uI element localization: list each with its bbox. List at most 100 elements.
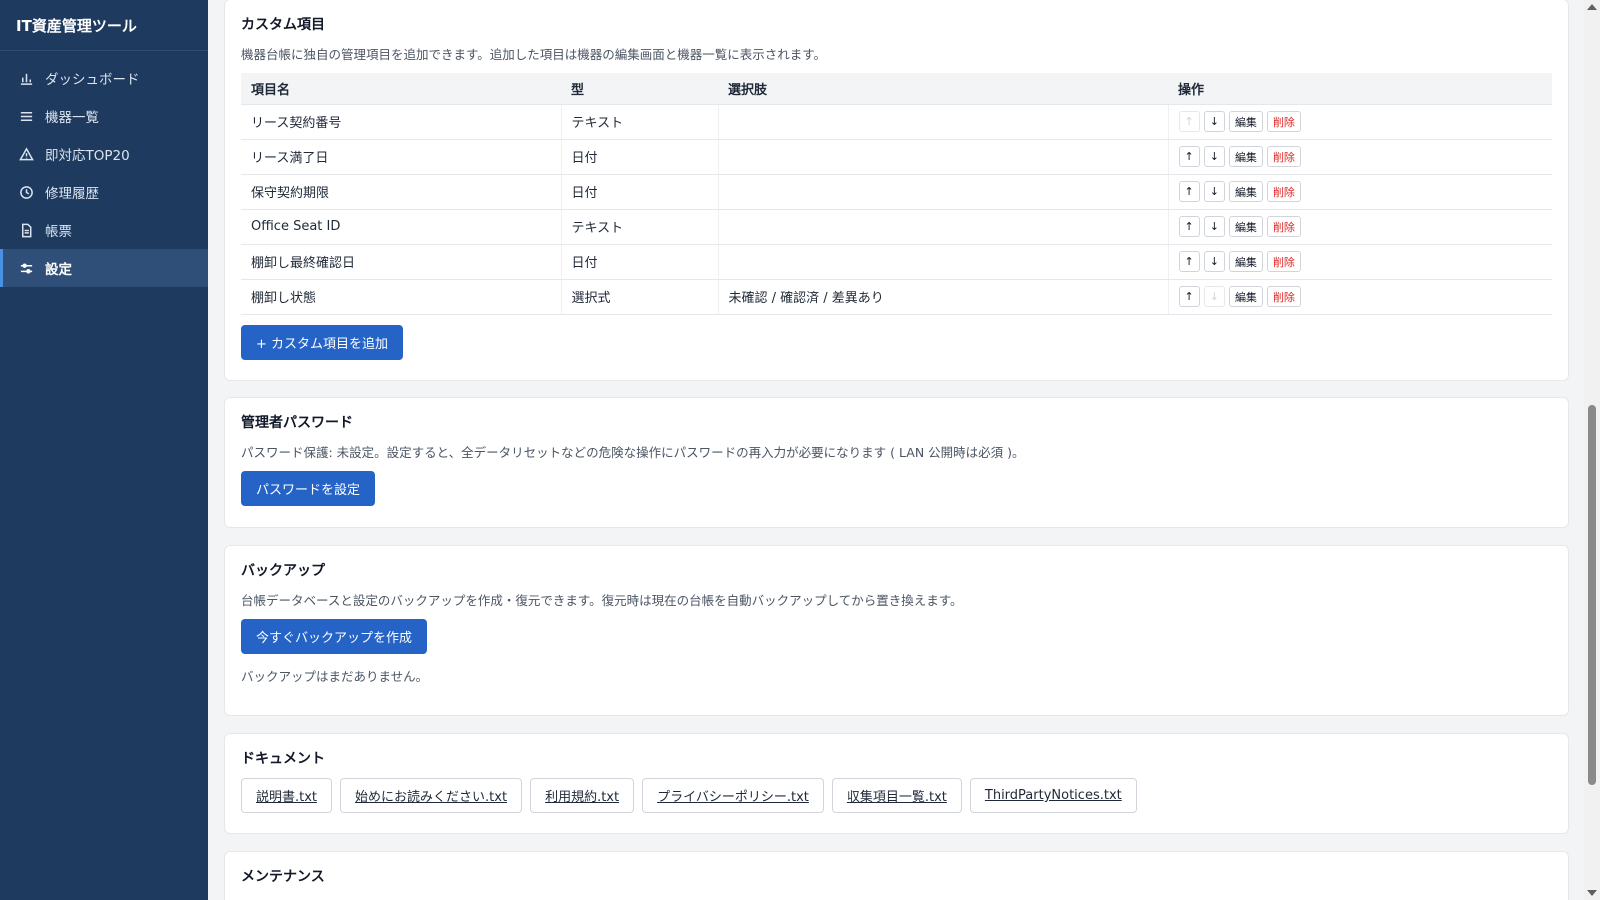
field-type-cell: テキスト — [561, 104, 719, 140]
field-type-cell: 日付 — [561, 174, 719, 210]
field-name-cell: 棚卸し最終確認日 — [241, 244, 562, 280]
doc-link-third-party[interactable]: ThirdPartyNotices.txt — [969, 778, 1137, 813]
move-up-button[interactable]: ↑ — [1178, 216, 1200, 237]
field-name-cell: リース満了日 — [241, 139, 562, 175]
backup-description: 台帳データベースと設定のバックアップを作成・復元できます。復元時は現在の台帳を自… — [241, 593, 963, 608]
edit-button[interactable]: 編集 — [1228, 181, 1263, 202]
field-options-cell — [718, 139, 1169, 175]
move-up-button[interactable]: ↑ — [1178, 111, 1200, 132]
actions-cell: ↑ ↓ 編集 削除 — [1168, 104, 1552, 140]
app-title: IT資産管理ツール — [0, 0, 208, 51]
edit-button[interactable]: 編集 — [1228, 216, 1263, 237]
sidebar-item-label: 設定 — [45, 262, 72, 278]
bar-chart-icon — [18, 70, 35, 87]
delete-button[interactable]: 削除 — [1266, 286, 1301, 307]
actions-cell: ↑ ↓ 編集 削除 — [1168, 209, 1552, 245]
doc-link-manual[interactable]: 説明書.txt — [241, 778, 333, 813]
move-down-button[interactable]: ↓ — [1203, 181, 1225, 202]
move-up-button[interactable]: ↑ — [1178, 146, 1200, 167]
sidebar-item-top20[interactable]: 即対応TOP20 — [0, 135, 208, 173]
delete-button[interactable]: 削除 — [1266, 181, 1301, 202]
backup-empty-text: バックアップはまだありません。 — [241, 669, 429, 684]
custom-fields-description: 機器台帳に独自の管理項目を追加できます。追加した項目は機器の編集画面と機器一覧に… — [241, 47, 827, 62]
sidebar-item-label: 機器一覧 — [45, 110, 99, 126]
column-header-type: 型 — [561, 73, 718, 105]
delete-button[interactable]: 削除 — [1266, 111, 1301, 132]
sidebar-item-dashboard[interactable]: ダッシュボード — [0, 59, 208, 97]
move-down-button[interactable]: ↓ — [1203, 251, 1225, 272]
create-backup-button[interactable]: 今すぐバックアップを作成 — [241, 619, 428, 654]
doc-link-privacy[interactable]: プライバシーポリシー.txt — [642, 778, 824, 813]
field-options-cell: 未確認 / 確認済 / 差異あり — [718, 279, 1169, 315]
custom-fields-card: カスタム項目 機器台帳に独自の管理項目を追加できます。追加した項目は機器の編集画… — [224, 0, 1569, 381]
custom-fields-title: カスタム項目 — [241, 17, 325, 33]
move-up-button[interactable]: ↑ — [1178, 286, 1200, 307]
sidebar-item-reports[interactable]: 帳票 — [0, 211, 208, 249]
sidebar-item-label: ダッシュボード — [45, 72, 140, 88]
sidebar-item-label: 帳票 — [45, 224, 72, 240]
move-up-button[interactable]: ↑ — [1178, 181, 1200, 202]
actions-cell: ↑ ↓ 編集 削除 — [1168, 279, 1552, 315]
sidebar: IT資産管理ツール ダッシュボード 機器一覧 即対応TOP20 修理履歴 帳票 … — [0, 0, 208, 900]
field-options-cell — [718, 104, 1169, 140]
field-type-cell: テキスト — [561, 209, 719, 245]
table-row: リース満了日 日付 ↑ ↓ 編集 削除 — [241, 139, 1552, 175]
vertical-scrollbar[interactable] — [1584, 0, 1600, 900]
maintenance-card: メンテナンス — [224, 851, 1569, 900]
delete-button[interactable]: 削除 — [1266, 146, 1301, 167]
backup-card: バックアップ 台帳データベースと設定のバックアップを作成・復元できます。復元時は… — [224, 545, 1569, 716]
backup-title: バックアップ — [241, 563, 325, 579]
move-down-button[interactable]: ↓ — [1203, 146, 1225, 167]
add-custom-field-button[interactable]: + カスタム項目を追加 — [241, 324, 404, 360]
scroll-thumb[interactable] — [1588, 405, 1596, 785]
edit-button[interactable]: 編集 — [1228, 111, 1263, 132]
custom-fields-table: 項目名 型 選択肢 操作 リース契約番号 テキスト ↑ ↓ 編集 削除 リース満… — [241, 73, 1552, 315]
edit-button[interactable]: 編集 — [1228, 286, 1263, 307]
edit-button[interactable]: 編集 — [1228, 251, 1263, 272]
main-content: カスタム項目 機器台帳に独自の管理項目を追加できます。追加した項目は機器の編集画… — [208, 0, 1584, 900]
sidebar-item-repair-history[interactable]: 修理履歴 — [0, 173, 208, 211]
sidebar-item-device-list[interactable]: 機器一覧 — [0, 97, 208, 135]
table-row: 棚卸し状態 選択式 未確認 / 確認済 / 差異あり ↑ ↓ 編集 削除 — [241, 279, 1552, 315]
move-down-button[interactable]: ↓ — [1203, 111, 1225, 132]
actions-cell: ↑ ↓ 編集 削除 — [1168, 174, 1552, 210]
scroll-up-arrow-icon[interactable] — [1587, 4, 1597, 10]
actions-cell: ↑ ↓ 編集 削除 — [1168, 244, 1552, 280]
move-down-button[interactable]: ↓ — [1203, 286, 1225, 307]
sidebar-nav: ダッシュボード 機器一覧 即対応TOP20 修理履歴 帳票 設定 — [0, 51, 208, 287]
table-row: リース契約番号 テキスト ↑ ↓ 編集 削除 — [241, 104, 1552, 140]
table-row: 棚卸し最終確認日 日付 ↑ ↓ 編集 削除 — [241, 244, 1552, 280]
table-row: 保守契約期限 日付 ↑ ↓ 編集 削除 — [241, 174, 1552, 210]
document-links: 説明書.txt 始めにお読みください.txt 利用規約.txt プライバシーポリ… — [241, 778, 1552, 813]
sidebar-item-label: 修理履歴 — [45, 186, 99, 202]
field-type-cell: 日付 — [561, 244, 719, 280]
document-icon — [18, 222, 35, 239]
delete-button[interactable]: 削除 — [1266, 251, 1301, 272]
scroll-down-arrow-icon[interactable] — [1587, 890, 1597, 896]
doc-link-readme[interactable]: 始めにお読みください.txt — [340, 778, 523, 813]
field-name-cell: 棚卸し状態 — [241, 279, 562, 315]
sidebar-item-settings[interactable]: 設定 — [0, 249, 208, 287]
field-options-cell — [718, 174, 1169, 210]
field-type-cell: 選択式 — [561, 279, 719, 315]
admin-password-card: 管理者パスワード パスワード保護: 未設定。設定すると、全データリセットなどの危… — [224, 397, 1569, 528]
table-row: Office Seat ID テキスト ↑ ↓ 編集 削除 — [241, 209, 1552, 245]
move-up-button[interactable]: ↑ — [1178, 251, 1200, 272]
table-header-row: 項目名 型 選択肢 操作 — [241, 73, 1552, 105]
move-down-button[interactable]: ↓ — [1203, 216, 1225, 237]
column-header-options: 選択肢 — [718, 73, 1168, 105]
sliders-icon — [18, 260, 35, 277]
field-type-cell: 日付 — [561, 139, 719, 175]
actions-cell: ↑ ↓ 編集 削除 — [1168, 139, 1552, 175]
field-name-cell: リース契約番号 — [241, 104, 562, 140]
set-password-button[interactable]: パスワードを設定 — [241, 471, 376, 506]
doc-link-terms[interactable]: 利用規約.txt — [530, 778, 635, 813]
column-header-name: 項目名 — [241, 73, 561, 105]
doc-link-collected-items[interactable]: 収集項目一覧.txt — [831, 778, 962, 813]
documents-title: ドキュメント — [241, 751, 325, 767]
edit-button[interactable]: 編集 — [1228, 146, 1263, 167]
sidebar-item-label: 即対応TOP20 — [45, 148, 130, 164]
delete-button[interactable]: 削除 — [1266, 216, 1301, 237]
warning-icon — [18, 146, 35, 163]
clock-icon — [18, 184, 35, 201]
